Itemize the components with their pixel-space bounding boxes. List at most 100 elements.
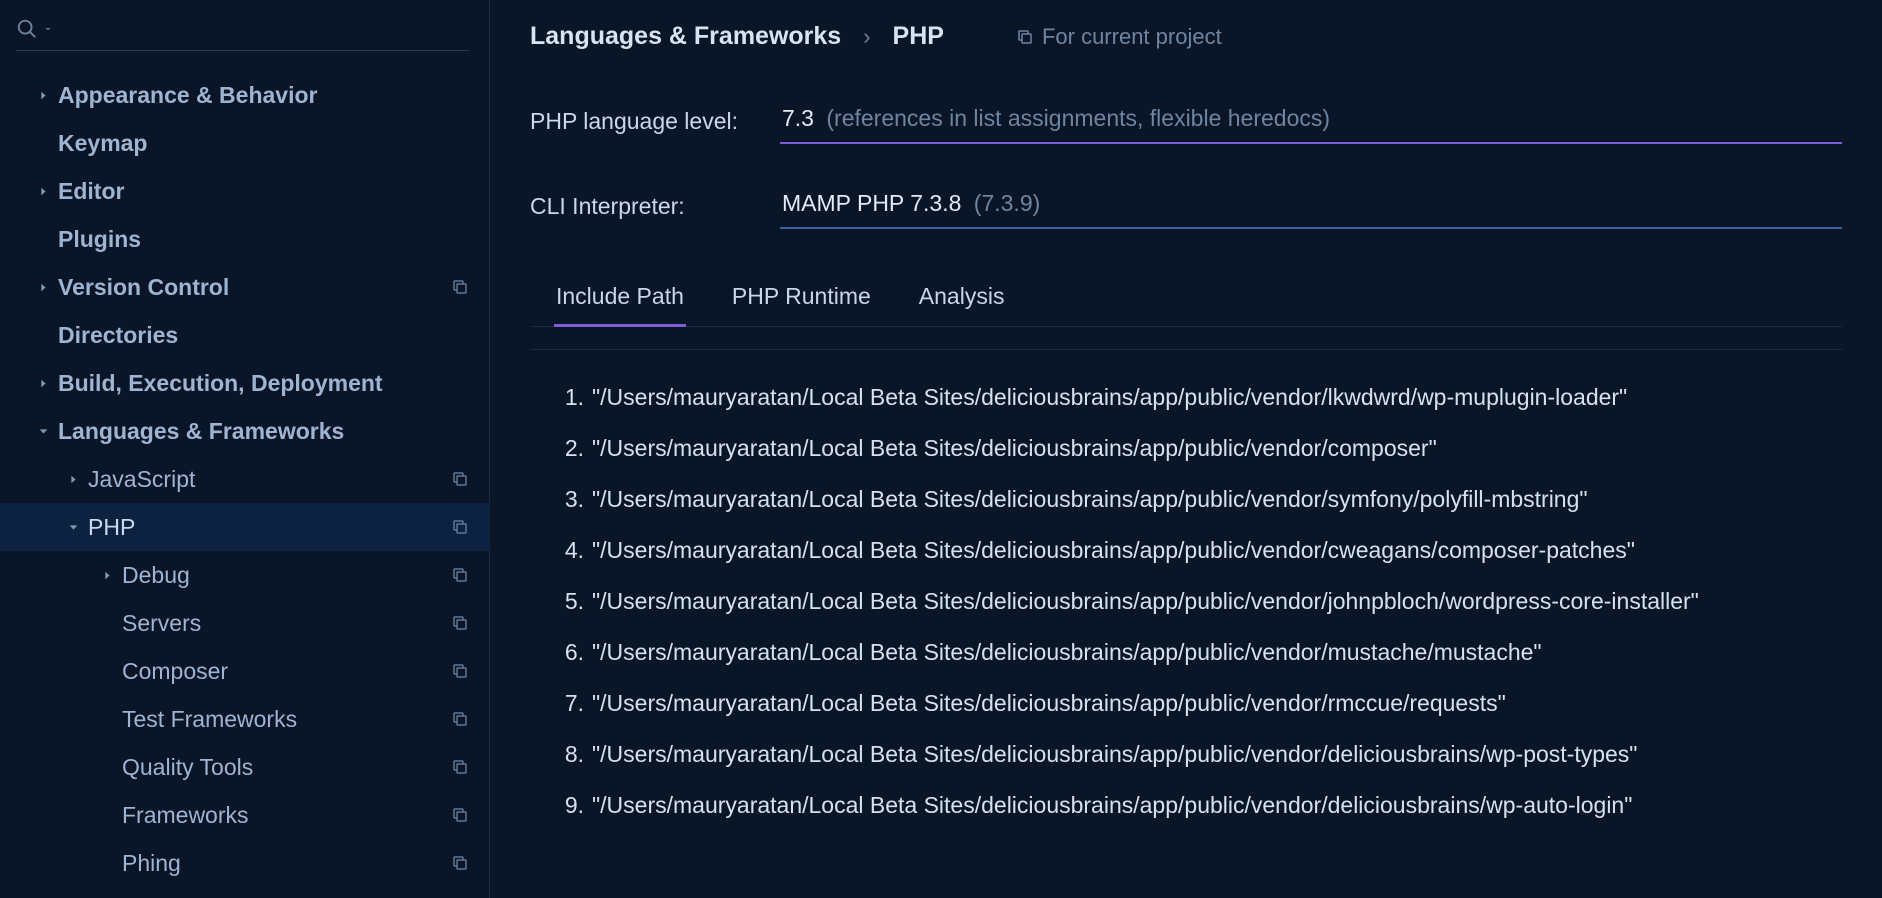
include-path-item[interactable]: 2."/Users/mauryaratan/Local Beta Sites/d… — [550, 423, 1842, 474]
copy-icon — [1016, 28, 1034, 46]
sidebar-item-debug[interactable]: Debug — [0, 551, 489, 599]
sidebar-item-quality-tools[interactable]: Quality Tools — [0, 743, 489, 791]
copy-icon — [451, 278, 469, 296]
cli-interpreter-value: MAMP PHP 7.3.8 — [782, 190, 961, 216]
include-path-index: 3. — [550, 486, 584, 513]
project-scope-badge: For current project — [1016, 24, 1222, 50]
tab-analysis[interactable]: Analysis — [917, 269, 1007, 326]
sidebar-item-phing[interactable]: Phing — [0, 839, 489, 887]
search-icon — [16, 18, 38, 40]
include-path-item[interactable]: 5. "/Users/mauryaratan/Local Beta Sites/d… — [550, 576, 1842, 627]
tabs: Include Path PHP Runtime Analysis — [530, 269, 1842, 327]
copy-icon — [451, 758, 469, 776]
cli-interpreter-row: CLI Interpreter: MAMP PHP 7.3.8 (7.3.9) — [530, 184, 1842, 229]
chevron-right-icon — [28, 377, 58, 390]
sidebar-label: Phing — [122, 850, 451, 877]
sidebar-item-appearance[interactable]: Appearance & Behavior — [0, 71, 489, 119]
sidebar-label: Quality Tools — [122, 754, 451, 781]
main-panel: Languages & Frameworks › PHP For current… — [490, 0, 1882, 898]
chevron-right-icon — [92, 569, 122, 582]
include-path-value: "/Users/mauryaratan/Local Beta Sites/del… — [592, 792, 1632, 819]
include-path-item[interactable]: 6. "/Users/mauryaratan/Local Beta Sites/d… — [550, 627, 1842, 678]
include-path-index: 7. — [550, 690, 584, 717]
include-path-item[interactable]: 9. "/Users/mauryaratan/Local Beta Sites/d… — [550, 780, 1842, 831]
search-input[interactable] — [16, 18, 469, 51]
search-dropdown-icon[interactable] — [42, 23, 54, 35]
sidebar-label: Directories — [58, 322, 469, 349]
settings-sidebar: Appearance & Behavior Keymap Editor Plug… — [0, 0, 490, 898]
chevron-right-icon — [28, 185, 58, 198]
sidebar-item-servers[interactable]: Servers — [0, 599, 489, 647]
cli-interpreter-label: CLI Interpreter: — [530, 193, 780, 220]
include-path-item[interactable]: 1. "/Users/mauryaratan/Local Beta Sites/d… — [550, 372, 1842, 423]
sidebar-item-composer[interactable]: Composer — [0, 647, 489, 695]
include-path-index: 9. — [550, 792, 584, 819]
include-path-index: 4. — [550, 537, 584, 564]
sidebar-label: Composer — [122, 658, 451, 685]
sidebar-item-plugins[interactable]: Plugins — [0, 215, 489, 263]
include-path-value: "/Users/mauryaratan/Local Beta Sites/del… — [592, 537, 1635, 564]
include-path-list: 1. "/Users/mauryaratan/Local Beta Sites/d… — [530, 349, 1842, 898]
sidebar-label: Debug — [122, 562, 451, 589]
sidebar-label: Plugins — [58, 226, 469, 253]
include-path-value: "/Users/mauryaratan/Local Beta Sites/del… — [592, 741, 1637, 768]
sidebar-label: Build, Execution, Deployment — [58, 370, 469, 397]
search-row — [0, 0, 489, 63]
tab-php-runtime[interactable]: PHP Runtime — [730, 269, 873, 326]
sidebar-label: Frameworks — [122, 802, 451, 829]
include-path-value: "/Users/mauryaratan/Local Beta Sites/del… — [592, 486, 1588, 513]
include-path-item[interactable]: 8. "/Users/mauryaratan/Local Beta Sites/d… — [550, 729, 1842, 780]
language-level-hint: (references in list assignments, flexibl… — [826, 105, 1330, 131]
sidebar-item-javascript[interactable]: JavaScript — [0, 455, 489, 503]
include-path-index: 5. — [550, 588, 584, 615]
settings-tree: Appearance & Behavior Keymap Editor Plug… — [0, 63, 489, 898]
copy-icon — [451, 566, 469, 584]
include-path-item[interactable]: 3. "/Users/mauryaratan/Local Beta Sites/d… — [550, 474, 1842, 525]
sidebar-item-frameworks[interactable]: Frameworks — [0, 791, 489, 839]
sidebar-item-test-frameworks[interactable]: Test Frameworks — [0, 695, 489, 743]
sidebar-label: Version Control — [58, 274, 451, 301]
include-path-index: 1. — [550, 384, 584, 411]
chevron-right-icon — [28, 89, 58, 102]
language-level-label: PHP language level: — [530, 108, 780, 135]
breadcrumb: Languages & Frameworks › PHP For current… — [530, 22, 1842, 51]
breadcrumb-parent[interactable]: Languages & Frameworks — [530, 22, 841, 51]
sidebar-item-editor[interactable]: Editor — [0, 167, 489, 215]
copy-icon — [451, 806, 469, 824]
include-path-item[interactable]: 4. "/Users/mauryaratan/Local Beta Sites/d… — [550, 525, 1842, 576]
language-level-value: 7.3 — [782, 105, 814, 131]
include-path-index: 6. — [550, 639, 584, 666]
sidebar-label: Test Frameworks — [122, 706, 451, 733]
sidebar-label: Languages & Frameworks — [58, 418, 469, 445]
include-path-value: "/Users/mauryaratan/Local Beta Sites/del… — [592, 384, 1627, 411]
language-level-select[interactable]: 7.3 (references in list assignments, fle… — [780, 99, 1842, 144]
copy-icon — [451, 518, 469, 536]
sidebar-item-version-control[interactable]: Version Control — [0, 263, 489, 311]
include-path-value: "/Users/mauryaratan/Local Beta Sites/del… — [592, 639, 1542, 666]
cli-interpreter-select[interactable]: MAMP PHP 7.3.8 (7.3.9) — [780, 184, 1842, 229]
sidebar-label: PHP — [88, 514, 451, 541]
sidebar-item-php[interactable]: PHP — [0, 503, 489, 551]
breadcrumb-separator: › — [863, 24, 870, 50]
sidebar-item-directories[interactable]: Directories — [0, 311, 489, 359]
tab-include-path[interactable]: Include Path — [554, 269, 686, 327]
sidebar-label: Editor — [58, 178, 469, 205]
cli-interpreter-hint: (7.3.9) — [974, 190, 1040, 216]
include-path-index: 8. — [550, 741, 584, 768]
chevron-down-icon — [28, 425, 58, 438]
chevron-right-icon — [58, 473, 88, 486]
chevron-down-icon — [58, 521, 88, 534]
chevron-right-icon — [28, 281, 58, 294]
copy-icon — [451, 710, 469, 728]
language-level-row: PHP language level: 7.3 (references in l… — [530, 99, 1842, 144]
include-path-item[interactable]: 7. "/Users/mauryaratan/Local Beta Sites/d… — [550, 678, 1842, 729]
include-path-value: "/Users/mauryaratan/Local Beta Sites/del… — [592, 690, 1506, 717]
include-path-value: "/Users/mauryaratan/Local Beta Sites/del… — [592, 588, 1699, 615]
include-path-index: 2. — [550, 435, 584, 462]
sidebar-item-languages[interactable]: Languages & Frameworks — [0, 407, 489, 455]
sidebar-label: Appearance & Behavior — [58, 82, 469, 109]
copy-icon — [451, 854, 469, 872]
sidebar-item-keymap[interactable]: Keymap — [0, 119, 489, 167]
breadcrumb-current: PHP — [893, 22, 944, 51]
sidebar-item-build[interactable]: Build, Execution, Deployment — [0, 359, 489, 407]
